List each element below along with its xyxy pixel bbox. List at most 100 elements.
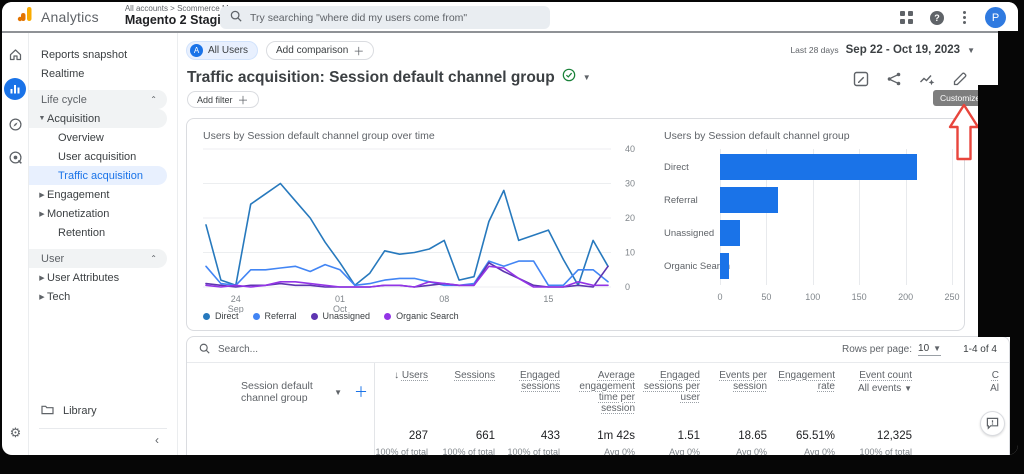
- add-comparison-button[interactable]: Add comparison ＋: [266, 41, 374, 60]
- plus-icon: ＋: [353, 43, 364, 59]
- svg-text:20: 20: [625, 213, 635, 223]
- google-apps-icon[interactable]: [900, 11, 913, 24]
- data-table: Session default channel group ▼ ＋ ↓ UsersSe…: [187, 363, 1009, 455]
- background-mask: [998, 31, 1018, 87]
- svg-text:24: 24: [231, 294, 241, 304]
- line-chart-title: Users by Session default channel group o…: [203, 130, 435, 142]
- column-header[interactable]: ↓ Users: [374, 363, 434, 420]
- sidebar-item-retention[interactable]: Retention: [29, 223, 177, 242]
- column-header[interactable]: Sessions: [434, 363, 501, 420]
- help-icon[interactable]: ?: [930, 11, 944, 25]
- svg-text:01: 01: [335, 294, 345, 304]
- totals-cell: 65.51%Avg 0%: [773, 420, 841, 455]
- totals-cell: 18.65Avg 0%: [706, 420, 773, 455]
- bar[interactable]: [720, 253, 729, 279]
- add-filter-button[interactable]: Add filter ＋: [187, 91, 259, 108]
- charts-card: Users by Session default channel group o…: [186, 118, 965, 331]
- sidebar-item-tech[interactable]: ▶ Tech: [29, 287, 177, 306]
- insights-icon[interactable]: [919, 71, 935, 87]
- bar[interactable]: [720, 154, 917, 180]
- bar[interactable]: [720, 220, 740, 246]
- totals-cell: 433100% of total: [501, 420, 566, 455]
- caret-right-icon: ▶: [37, 191, 47, 199]
- avatar[interactable]: P: [985, 7, 1006, 28]
- sidebar-item-monetization[interactable]: ▶ Monetization: [29, 204, 177, 223]
- line-chart-legend: Direct Referral Unassigned Organic Search: [203, 311, 459, 321]
- x-tick-label: 200: [898, 292, 913, 302]
- sidebar-item-overview[interactable]: Overview: [29, 128, 177, 147]
- chevron-down-icon[interactable]: ▼: [583, 73, 591, 82]
- analytics-home-link[interactable]: Analytics: [2, 5, 99, 28]
- column-header[interactable]: Average engagement time per session: [566, 363, 641, 420]
- caret-right-icon: ▶: [37, 274, 47, 282]
- chevron-down-icon: ▼: [967, 46, 975, 55]
- table-search-input[interactable]: Search...: [218, 344, 258, 355]
- legend-dot: [384, 313, 391, 320]
- sidebar-item-traffic-acquisition[interactable]: Traffic acquisition: [29, 166, 167, 185]
- column-header[interactable]: Engaged sessions: [501, 363, 566, 420]
- background-mask: [1010, 337, 1018, 455]
- legend-item[interactable]: Unassigned: [311, 311, 371, 321]
- totals-cell: 1m 42sAvg 0%: [566, 420, 641, 455]
- sidebar-item-user-acquisition[interactable]: User acquisition: [29, 147, 177, 166]
- rows-per-page-select[interactable]: 10 ▼: [918, 343, 941, 356]
- sidebar-item-user-attributes[interactable]: ▶ User Attributes: [29, 268, 177, 287]
- caret-right-icon: ▶: [37, 293, 47, 301]
- data-quality-icon[interactable]: [562, 68, 576, 87]
- svg-text:30: 30: [625, 179, 635, 189]
- column-header[interactable]: Engagement rate: [773, 363, 841, 420]
- x-tick-label: 150: [852, 292, 867, 302]
- bar[interactable]: [720, 187, 778, 213]
- sidebar-item-realtime[interactable]: Realtime: [29, 64, 177, 83]
- sidebar-item-acquisition[interactable]: ▼ Acquisition: [29, 109, 167, 128]
- share-icon[interactable]: [886, 71, 902, 87]
- sidebar-item-reports-snapshot[interactable]: Reports snapshot: [29, 45, 177, 64]
- svg-text:40: 40: [625, 145, 635, 154]
- svg-text:08: 08: [439, 294, 449, 304]
- column-header[interactable]: Events per session: [706, 363, 773, 420]
- legend-item[interactable]: Referral: [253, 311, 297, 321]
- reports-icon[interactable]: [4, 78, 26, 100]
- legend-item[interactable]: Direct: [203, 311, 239, 321]
- bar-chart[interactable]: 050100150200250DirectReferralUnassignedO…: [664, 149, 956, 315]
- sort-desc-icon: ↓: [394, 370, 402, 381]
- svg-text:0: 0: [625, 282, 630, 292]
- search-placeholder: Try searching "where did my users come f…: [250, 12, 467, 24]
- sidebar-section-lifecycle[interactable]: Life cycle ⌃: [29, 90, 167, 109]
- global-search-input[interactable]: Try searching "where did my users come f…: [220, 6, 550, 29]
- legend-item[interactable]: Organic Search: [384, 311, 459, 321]
- x-tick-label: 50: [761, 292, 771, 302]
- edit-comparisons-icon[interactable]: [853, 71, 869, 87]
- page-title: Traffic acquisition: Session default cha…: [187, 69, 555, 87]
- line-chart[interactable]: 01020304024Sep01Oct0815: [203, 145, 655, 318]
- chevron-down-icon: ▼: [933, 344, 941, 353]
- add-dimension-icon[interactable]: ＋: [354, 382, 368, 402]
- analytics-logo-icon: [16, 5, 34, 28]
- column-header[interactable]: Event countAll events ▼: [841, 363, 918, 420]
- more-options-icon[interactable]: [961, 9, 968, 26]
- sidebar-item-engagement[interactable]: ▶ Engagement: [29, 185, 177, 204]
- rows-per-page-label: Rows per page:: [842, 344, 912, 355]
- feedback-button[interactable]: [980, 411, 1005, 436]
- explore-icon[interactable]: [6, 115, 24, 133]
- advertising-icon[interactable]: [6, 148, 24, 166]
- admin-gear-icon[interactable]: ⚙: [2, 425, 29, 441]
- sidebar-section-user[interactable]: User ⌃: [29, 249, 167, 268]
- collapse-sidebar-icon[interactable]: ‹: [29, 429, 177, 455]
- column-header[interactable]: Engaged sessions per user: [641, 363, 706, 420]
- table-search-icon: [199, 341, 210, 359]
- totals-cell: 1.51Avg 0%: [641, 420, 706, 455]
- table-header-row: Session default channel group ▼ ＋ ↓ UsersSe…: [187, 363, 1009, 420]
- customize-report-icon[interactable]: [952, 71, 968, 87]
- all-users-comparison-chip[interactable]: A All Users: [186, 41, 258, 60]
- x-tick-label: 250: [944, 292, 959, 302]
- date-range-picker[interactable]: Last 28 days Sep 22 - Oct 19, 2023 ▼: [790, 44, 975, 56]
- data-table-card: Search... Rows per page: 10 ▼ 1-4 of 4 S…: [186, 336, 1010, 455]
- dimension-header[interactable]: Session default channel group: [241, 380, 328, 404]
- product-name: Analytics: [41, 9, 99, 25]
- sidebar-item-library[interactable]: Library: [29, 400, 177, 422]
- date-range-value: Sep 22 - Oct 19, 2023: [846, 44, 960, 56]
- chevron-down-icon[interactable]: ▼: [334, 388, 342, 397]
- home-icon[interactable]: [6, 45, 24, 63]
- app-window: Analytics All accounts > Scommerce Mage …: [2, 2, 1018, 455]
